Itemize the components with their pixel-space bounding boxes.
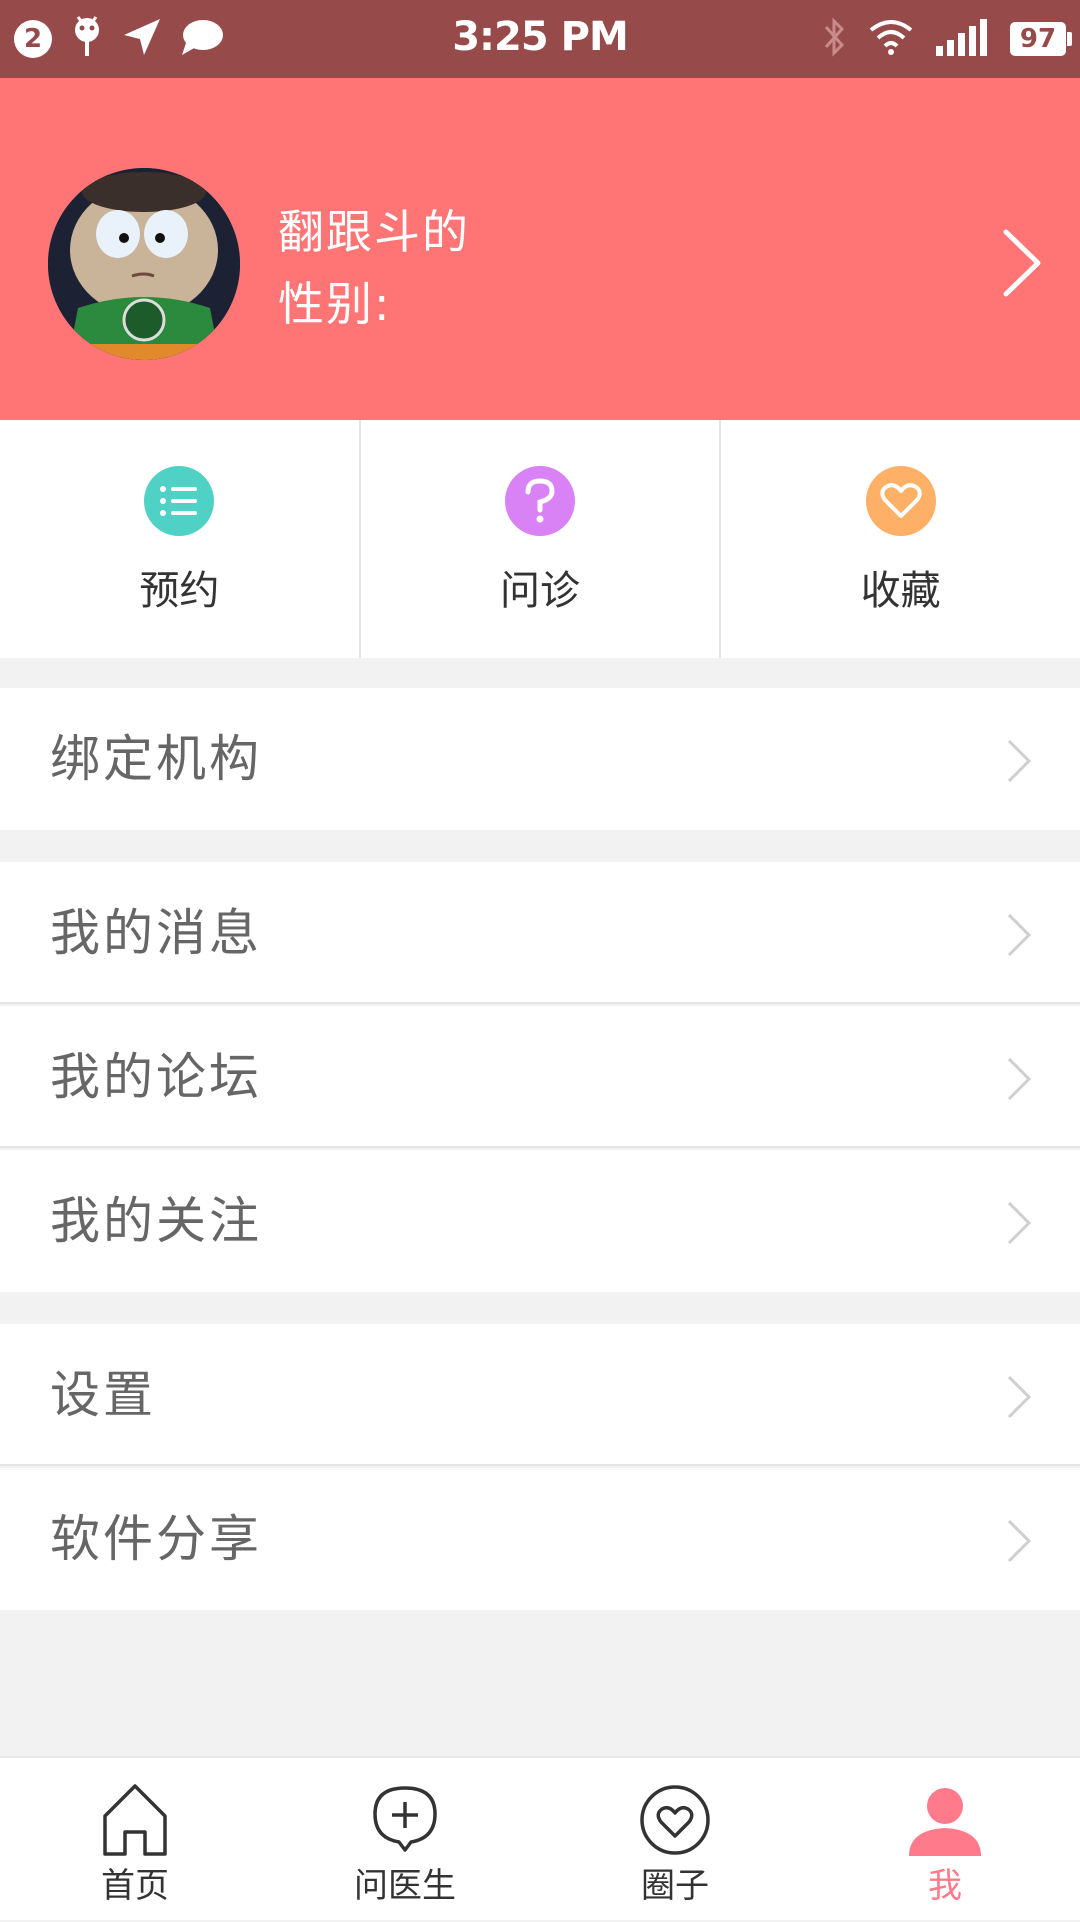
profile-gender: 性别: [278,277,392,331]
tab-circle-label: 圈子 [641,1866,709,1906]
tab-circle[interactable]: 圈子 [540,1758,810,1922]
chevron-right-icon[interactable] [1000,228,1044,298]
profile-name: 翻跟斗的 [278,205,470,259]
menu-item-my-forum[interactable]: 我的论坛 [0,1006,1080,1148]
quick-actions: 预约 问诊 收藏 [0,420,1080,658]
home-icon [95,1780,175,1860]
appointment-label: 预约 [139,568,220,614]
question-icon [505,466,575,536]
chevron-right-icon [1006,1518,1032,1564]
signal-icon [934,18,990,60]
list-icon [144,466,215,536]
menu-item-share-app[interactable]: 软件分享 [0,1468,1080,1610]
bottom-tab-bar: 首页 问医生 圈子 我 [0,1756,1080,1920]
heart-icon [865,466,936,536]
menu-item-my-follows[interactable]: 我的关注 [0,1150,1080,1292]
consultation-label: 问诊 [500,568,580,614]
profile-header[interactable]: 翻跟斗的 性别: [0,78,1080,420]
menu-label: 我的消息 [50,904,262,962]
bluetooth-icon [822,15,848,63]
profile-icon [905,1780,985,1860]
menu-item-my-messages[interactable]: 我的消息 [0,862,1080,1004]
chevron-right-icon [1006,738,1032,784]
chevron-right-icon [1006,1056,1032,1102]
menu-label: 我的论坛 [50,1048,262,1106]
tab-ask-doctor-label: 问医生 [354,1866,456,1906]
avatar[interactable] [48,168,240,360]
tab-home[interactable]: 首页 [0,1758,270,1922]
menu-label: 设置 [50,1366,156,1424]
consultation-button[interactable]: 问诊 [358,420,720,658]
tab-home-label: 首页 [101,1866,169,1906]
ask-doctor-icon [365,1780,445,1860]
chevron-right-icon [1006,912,1032,958]
status-bar-right: 97 [822,15,1072,63]
menu-label: 软件分享 [50,1510,262,1568]
appointment-button[interactable]: 预约 [0,420,359,658]
chevron-right-icon [1006,1200,1032,1246]
favorites-button[interactable]: 收藏 [719,420,1080,658]
tab-ask-doctor[interactable]: 问医生 [270,1758,540,1922]
favorites-label: 收藏 [860,568,941,614]
circle-heart-icon [635,1780,715,1860]
status-bar: 2 3:25 PM 97 [0,0,1080,78]
menu-item-bind-org[interactable]: 绑定机构 [0,688,1080,830]
battery-icon: 97 [1010,22,1072,56]
menu-label: 绑定机构 [50,730,262,788]
wifi-icon [868,18,914,60]
tab-me[interactable]: 我 [810,1758,1080,1922]
menu-label: 我的关注 [50,1192,262,1250]
chevron-right-icon [1006,1374,1032,1420]
menu-item-settings[interactable]: 设置 [0,1324,1080,1466]
tab-me-label: 我 [928,1866,962,1906]
